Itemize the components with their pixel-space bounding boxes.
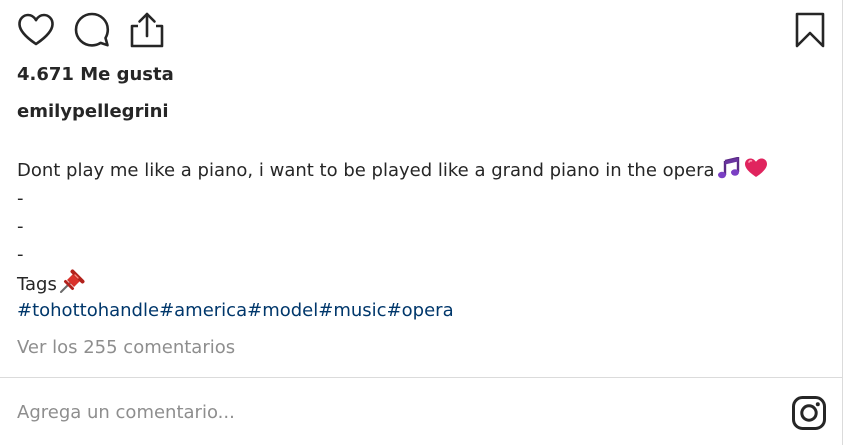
divider — [0, 377, 843, 378]
likes-count[interactable]: 4.671 Me gusta — [17, 64, 174, 85]
hashtag-link[interactable]: #opera — [387, 300, 454, 321]
view-comments-link[interactable]: Ver los 255 comentarios — [17, 337, 235, 358]
post-username[interactable]: emilypellegrini — [17, 101, 169, 122]
caption-dash: - — [17, 188, 24, 209]
instagram-logo-icon — [792, 396, 826, 430]
red-heart-emoji — [744, 158, 767, 177]
caption-line: Dont play me like a piano, i want to be … — [17, 157, 769, 185]
hashtag-link[interactable]: #model — [247, 300, 318, 321]
share-upload-icon — [130, 12, 164, 48]
comment-input[interactable] — [17, 392, 757, 432]
caption-text: Dont play me like a piano, i want to be … — [17, 160, 715, 181]
pushpin-emoji — [59, 269, 85, 293]
save-button[interactable] — [790, 10, 830, 50]
hashtags-line: #tohottohandle#america#model#music#opera — [17, 297, 769, 325]
musical-notes-emoji — [717, 157, 739, 179]
hashtag-link[interactable]: #america — [159, 300, 247, 321]
instagram-button[interactable] — [789, 393, 829, 433]
post-caption: Dont play me like a piano, i want to be … — [17, 157, 769, 325]
like-button[interactable] — [16, 10, 56, 50]
tags-label: Tags — [17, 274, 57, 295]
hashtag-link[interactable]: #music — [318, 300, 386, 321]
share-button[interactable] — [127, 10, 167, 50]
action-bar — [16, 10, 828, 50]
hashtag-link[interactable]: #tohottohandle — [17, 300, 159, 321]
heart-icon — [18, 13, 54, 46]
comment-bubble-icon — [74, 12, 110, 47]
bookmark-icon — [795, 12, 825, 48]
comment-button[interactable] — [72, 10, 112, 50]
caption-tags-line: Tags — [17, 269, 769, 297]
caption-dash: - — [17, 244, 24, 265]
post-panel: 4.671 Me gusta emilypellegrini Dont play… — [0, 0, 843, 445]
caption-dash: - — [17, 216, 24, 237]
